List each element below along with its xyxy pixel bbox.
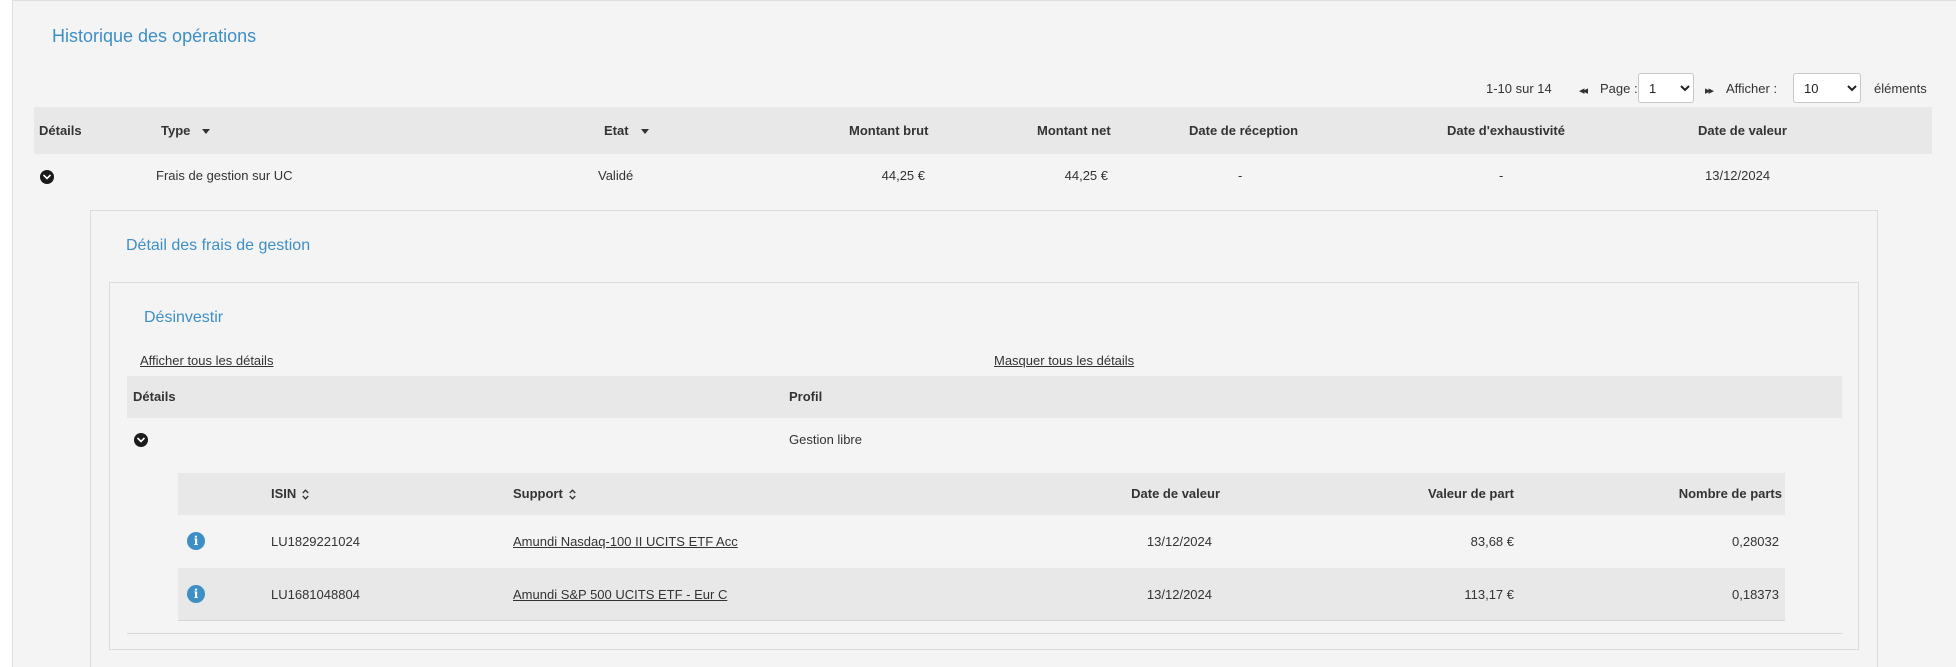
col-date-valeur-support: Date de valeur [1131, 486, 1220, 501]
divest-section-title: Désinvestir [144, 309, 224, 326]
sort-icon [569, 489, 576, 500]
cell-date-reception: - [1238, 168, 1243, 183]
support-table-header [178, 473, 1785, 515]
col-montant-brut: Montant brut [849, 123, 929, 138]
page-label: Page : [1600, 81, 1638, 96]
col-support-label: Support [513, 486, 563, 501]
hide-all-details-link[interactable]: Masquer tous les détails [994, 353, 1134, 368]
cell-nombre-parts: 0,18373 [1732, 587, 1779, 602]
pagination-count: 1-10 sur 14 [1486, 81, 1552, 96]
cell-support-link[interactable]: Amundi Nasdaq-100 II UCITS ETF Acc [513, 534, 738, 549]
operations-table-header [34, 107, 1932, 154]
show-label: Afficher : [1726, 81, 1778, 96]
cell-date-valeur: 13/12/2024 [1146, 587, 1212, 602]
profile-col-details: Détails [133, 389, 176, 404]
chevron-down-icon [137, 437, 145, 443]
page-title: Historique des opérations [52, 26, 257, 46]
items-label: éléments [1874, 81, 1927, 96]
cell-montant-net: 44,25 € [1064, 168, 1108, 183]
info-icon[interactable]: i [187, 532, 205, 550]
caret-down-icon [640, 129, 649, 135]
cell-montant-brut: 44,25 € [881, 168, 925, 183]
double-chevron-right-icon[interactable]: ▸▸ [1705, 84, 1714, 97]
items-per-page-select[interactable]: 10 [1793, 73, 1861, 103]
col-etat[interactable]: Etat [604, 123, 649, 138]
cell-date-valeur: 13/12/2024 [1146, 534, 1212, 549]
expand-profile-button[interactable] [134, 433, 148, 447]
col-type[interactable]: Type [161, 123, 211, 138]
profile-value: Gestion libre [789, 432, 862, 447]
cell-date-exhaustivite: - [1499, 168, 1504, 183]
cell-valeur-part: 113,17 € [1464, 587, 1514, 602]
col-date-exhaustivite: Date d'exhaustivité [1447, 123, 1565, 138]
cell-valeur-part: 83,68 € [1470, 534, 1514, 549]
col-type-label: Type [161, 123, 191, 138]
col-valeur-part: Valeur de part [1428, 486, 1514, 501]
show-all-details-link[interactable]: Afficher tous les détails [140, 353, 273, 368]
profile-table-header [127, 376, 1842, 418]
sort-icon [302, 489, 310, 500]
col-montant-net: Montant net [1037, 123, 1111, 138]
col-nombre-parts: Nombre de parts [1678, 486, 1782, 501]
col-date-reception: Date de réception [1189, 123, 1299, 138]
col-details: Détails [39, 123, 82, 138]
cell-type: Frais de gestion sur UC [156, 168, 293, 183]
col-date-valeur: Date de valeur [1698, 123, 1787, 138]
cell-support-link[interactable]: Amundi S&P 500 UCITS ETF - Eur C [513, 587, 727, 602]
cell-nombre-parts: 0,28032 [1732, 534, 1779, 549]
cell-isin: LU1829221024 [271, 534, 360, 549]
col-etat-label: Etat [604, 123, 629, 138]
cell-date-valeur: 13/12/2024 [1705, 168, 1771, 183]
page-select[interactable]: 1 [1638, 73, 1694, 103]
detail-panel-title: Détail des frais de gestion [126, 237, 311, 254]
chevron-down-icon [43, 174, 51, 180]
cell-isin: LU1681048804 [271, 587, 360, 602]
info-icon[interactable]: i [187, 585, 205, 603]
caret-down-icon [202, 129, 211, 135]
double-chevron-left-icon[interactable]: ◂◂ [1579, 84, 1588, 97]
col-support[interactable]: Support [513, 486, 576, 501]
table-row [178, 568, 1785, 621]
expand-row-button[interactable] [40, 170, 54, 184]
table-row [178, 515, 1785, 568]
cell-etat: Validé [598, 168, 634, 183]
col-isin[interactable]: ISIN [271, 486, 310, 501]
col-isin-label: ISIN [271, 486, 297, 501]
profile-col-profil: Profil [789, 389, 823, 404]
